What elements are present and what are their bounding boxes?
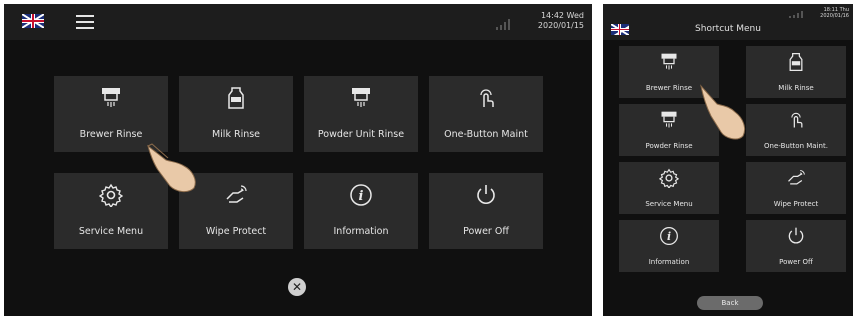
tile-label: Brewer Rinse (645, 84, 693, 92)
gear-icon (619, 168, 719, 188)
tile-label: Powder Unit Rinse (317, 129, 405, 140)
pointing-hand-image (700, 84, 746, 140)
tile-label: One-Button Maint (444, 129, 528, 140)
touch-icon (746, 110, 846, 130)
clock: 18:11 Thu 2020/01/16 (799, 7, 849, 20)
close-button[interactable]: ✕ (288, 278, 306, 296)
brewer-icon (619, 52, 719, 72)
svg-text:i: i (667, 230, 671, 243)
tile-label: Powder Rinse (645, 142, 693, 150)
svg-text:i: i (359, 189, 364, 204)
shortcut-screen: Shortcut Menu 18:11 Thu 2020/01/16 Brewe… (603, 4, 853, 316)
tile-wipe-protect[interactable]: Wipe Protect (746, 162, 846, 214)
tile-information[interactable]: i Information (304, 173, 418, 249)
tile-label: Wipe Protect (773, 200, 819, 208)
tile-label: Milk Rinse (211, 129, 261, 140)
tile-label: Information (333, 226, 389, 237)
uk-flag-icon[interactable] (611, 24, 629, 35)
tile-label: Wipe Protect (205, 226, 267, 237)
date: 2020/01/16 (820, 13, 849, 20)
pointing-hand-image (147, 143, 196, 193)
wipe-hand-icon (746, 168, 846, 188)
menu-hamburger-icon[interactable] (76, 15, 94, 29)
tile-label: Power Off (463, 226, 509, 237)
tile-label: Power Off (779, 258, 813, 266)
tile-label: Service Menu (78, 226, 144, 237)
date: 2020/01/15 (537, 21, 584, 30)
tile-one-button-maint[interactable]: One-Button Maint (429, 76, 543, 152)
uk-flag-icon[interactable] (22, 14, 44, 28)
page-title: Shortcut Menu (695, 24, 761, 34)
clock: 14:42 Wed 2020/01/15 (504, 11, 584, 31)
brewer-icon (54, 86, 168, 110)
tile-power-off[interactable]: Power Off (746, 220, 846, 272)
info-icon: i (619, 226, 719, 246)
tile-milk-rinse[interactable]: Milk Rinse (746, 46, 846, 98)
top-bar: Shortcut Menu 18:11 Thu 2020/01/16 (603, 4, 853, 40)
tile-powder-unit-rinse[interactable]: Powder Unit Rinse (304, 76, 418, 152)
main-screen: 14:42 Wed 2020/01/15 Brewer Rinse Milk Ri… (4, 4, 592, 316)
power-icon (429, 183, 543, 207)
tile-label: One-Button Maint. (764, 142, 828, 150)
powder-icon (304, 86, 418, 110)
tile-label: Service Menu (645, 200, 693, 208)
tile-label: Brewer Rinse (79, 129, 143, 140)
tile-service-menu[interactable]: Service Menu (619, 162, 719, 214)
tile-one-button-maint[interactable]: One-Button Maint. (746, 104, 846, 156)
milk-icon (746, 52, 846, 72)
info-icon: i (304, 183, 418, 207)
tile-information[interactable]: i Information (619, 220, 719, 272)
tile-label: Information (648, 258, 690, 266)
milk-icon (179, 86, 293, 110)
tile-label: Milk Rinse (778, 84, 814, 92)
tile-power-off[interactable]: Power Off (429, 173, 543, 249)
time-day: 14:42 Wed (540, 11, 584, 20)
top-bar: 14:42 Wed 2020/01/15 (4, 4, 592, 40)
power-icon (746, 226, 846, 246)
back-button[interactable]: Back (697, 296, 763, 310)
touch-icon (429, 86, 543, 110)
